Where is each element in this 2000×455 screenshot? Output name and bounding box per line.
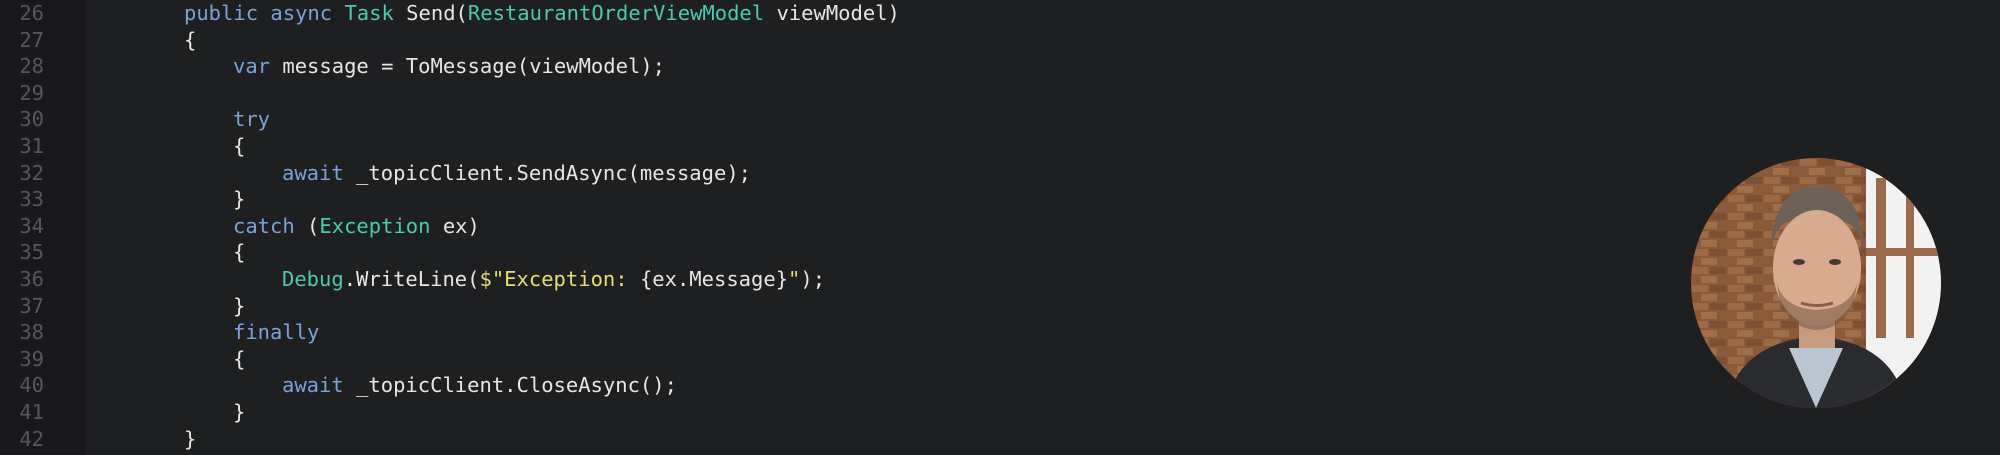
code-text: } [233, 293, 245, 320]
line-number: 42 [19, 426, 44, 451]
code-line[interactable]: 28 var message = ToMessage(viewModel); [0, 53, 1650, 80]
code-token: { [233, 133, 246, 158]
code-token: public [184, 1, 259, 25]
line-number: 39 [19, 346, 44, 371]
code-token: _topicClient.SendAsync(message); [343, 160, 752, 185]
code-line[interactable]: 30 try [0, 106, 1650, 133]
line-number: 29 [19, 80, 44, 105]
presenter-avatar-icon [1691, 158, 1941, 408]
code-line[interactable]: 42} [0, 426, 1650, 453]
code-token: _topicClient.CloseAsync(); [343, 373, 677, 398]
code-text: } [233, 186, 245, 213]
code-text: { [233, 133, 245, 160]
code-line[interactable]: 34 catch (Exception ex) [0, 213, 1650, 240]
line-number: 31 [19, 133, 44, 158]
code-text: catch (Exception ex) [233, 213, 480, 240]
code-token: await [282, 373, 344, 398]
code-token: viewModel) [764, 1, 900, 25]
code-text: } [233, 399, 245, 426]
code-text: public async Task Send(RestaurantOrderVi… [184, 0, 900, 27]
code-token: " [788, 266, 801, 291]
code-token: } [233, 293, 246, 318]
code-lines: 26 public async Task Send(RestaurantOrder… [0, 0, 1650, 452]
code-line[interactable]: 33} [0, 186, 1650, 213]
line-number: 27 [19, 27, 44, 52]
code-token: ex) [430, 213, 480, 238]
line-number: 40 [19, 373, 44, 398]
code-token: RestaurantOrderViewModel [467, 1, 765, 25]
code-text: } [184, 426, 196, 453]
line-number: 41 [19, 399, 44, 424]
code-line[interactable]: 26 public async Task Send(RestaurantOrder… [0, 0, 1650, 27]
code-token: Exception [319, 213, 431, 238]
code-token: catch [233, 213, 295, 238]
code-token: ( [294, 213, 320, 238]
code-text: { [233, 239, 245, 266]
code-text: { [184, 27, 196, 54]
code-line[interactable]: 31 { [0, 133, 1650, 160]
code-token: { [184, 27, 197, 52]
line-number: 34 [19, 213, 44, 238]
code-line[interactable]: 27 { [0, 27, 1650, 54]
code-token: ); [800, 266, 826, 291]
code-token: {ex.Message} [639, 266, 789, 291]
code-line[interactable]: 36 Debug.WriteLine($"Exception: {ex.Messa… [0, 266, 1650, 293]
code-text: await _topicClient.SendAsync(message); [282, 160, 751, 187]
code-line[interactable]: 35 { [0, 239, 1650, 266]
presenter-avatar [1691, 158, 1941, 408]
code-line[interactable]: 41} [0, 399, 1650, 426]
code-line[interactable]: 29 [0, 80, 1650, 107]
line-number: 30 [19, 107, 44, 132]
line-number: 28 [19, 54, 44, 79]
code-line[interactable]: 38 finally [0, 319, 1650, 346]
line-number: 35 [19, 240, 44, 265]
code-line[interactable]: 32 await _topicClient.SendAsync(message); [0, 160, 1650, 187]
code-token: async [270, 1, 333, 25]
code-token: } [233, 399, 246, 424]
line-number: 38 [19, 320, 44, 345]
code-line[interactable]: 40 await _topicClient.CloseAsync(); [0, 372, 1650, 399]
line-number: 26 [19, 1, 44, 25]
code-editor[interactable]: 26 public async Task Send(RestaurantOrder… [0, 0, 2000, 455]
code-token: finally [233, 320, 320, 345]
code-token: try [233, 107, 271, 132]
code-token: message = ToMessage(viewModel); [270, 54, 665, 79]
code-token: Task [344, 1, 394, 25]
code-text: var message = ToMessage(viewModel); [233, 53, 665, 80]
code-text: await _topicClient.CloseAsync(); [282, 372, 677, 399]
code-token: $"Exception: [479, 266, 640, 291]
line-number: 37 [19, 293, 44, 318]
code-line[interactable]: 37} [0, 293, 1650, 320]
line-number: 32 [19, 160, 44, 185]
code-token: Send( [393, 1, 468, 25]
code-token: .WriteLine( [343, 266, 480, 291]
code-token: } [233, 187, 246, 212]
code-token: { [233, 240, 246, 265]
code-token: { [233, 346, 246, 371]
code-text: try [233, 106, 270, 133]
code-token: Debug [282, 266, 344, 291]
code-token: await [282, 160, 344, 185]
code-text: { [233, 346, 245, 373]
line-number: 36 [19, 266, 44, 291]
code-line[interactable]: 39 { [0, 346, 1650, 373]
code-token: } [184, 426, 197, 451]
code-token: var [233, 54, 271, 79]
code-text: Debug.WriteLine($"Exception: {ex.Message… [282, 266, 825, 293]
line-number: 33 [19, 187, 44, 212]
code-text: finally [233, 319, 319, 346]
